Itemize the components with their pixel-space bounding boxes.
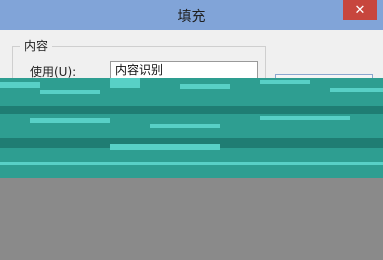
close-button[interactable]: ✕ bbox=[343, 0, 377, 20]
dialog-title: 填充 bbox=[177, 9, 206, 25]
use-dropdown-value: 内容识别 bbox=[115, 63, 164, 77]
close-icon: ✕ bbox=[354, 2, 366, 18]
dialog-titlebar[interactable]: 填充 ✕ bbox=[0, 0, 383, 30]
contents-group-label: 内容 bbox=[20, 37, 53, 54]
gray-background bbox=[0, 178, 383, 260]
dialog-content: 内容 使用(U): 内容识别 确定 bbox=[0, 30, 383, 107]
rendering-artifact bbox=[0, 78, 383, 178]
use-dropdown[interactable]: 内容识别 bbox=[110, 61, 258, 79]
